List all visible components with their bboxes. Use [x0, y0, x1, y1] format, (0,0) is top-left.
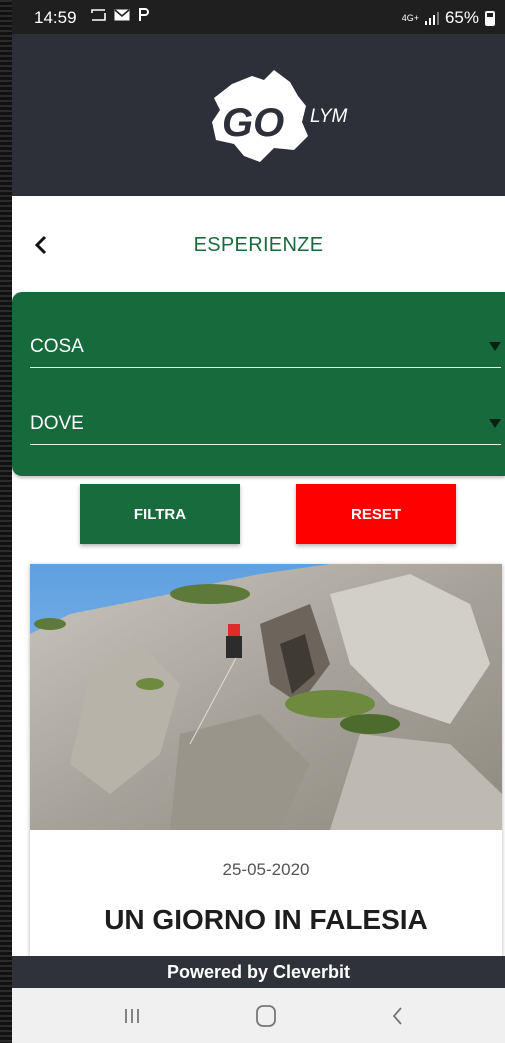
cosa-select-value: COSA — [30, 336, 84, 357]
powered-by-footer: Powered by Cleverbit — [12, 956, 505, 988]
battery-icon — [485, 10, 495, 26]
page-title: ESPERIENZE — [193, 234, 324, 256]
reset-button[interactable]: RESET — [296, 484, 456, 544]
notification-icons — [90, 8, 150, 22]
dropdown-arrow-icon — [489, 419, 501, 428]
app-header: GO LYM — [12, 34, 505, 196]
card-date: 25-05-2020 — [222, 860, 310, 879]
status-right: 4G+ 65% — [402, 8, 495, 28]
svg-text:GO: GO — [222, 101, 284, 145]
experience-card[interactable]: 25-05-2020 UN GIORNO IN FALESIA — [30, 564, 502, 964]
card-title: UN GIORNO IN FALESIA — [104, 904, 428, 935]
status-bar: 14:59 4G+ 65% — [12, 0, 505, 34]
signal-icon — [424, 11, 439, 25]
app-screen: 14:59 4G+ 65% GO LYM ESPERIENZE COSA DOV… — [12, 0, 505, 1043]
dove-select[interactable]: DOVE — [30, 405, 501, 445]
filtra-button[interactable]: FILTRA — [80, 484, 240, 544]
mail-icon — [114, 9, 130, 21]
recents-icon[interactable] — [118, 1003, 146, 1029]
cast-icon — [91, 9, 106, 21]
golym-logo: GO LYM — [212, 70, 347, 162]
page-titlebar: ESPERIENZE — [12, 196, 505, 292]
network-type: 4G+ — [401, 12, 419, 23]
card-image — [30, 564, 502, 830]
filter-panel: COSA DOVE — [12, 292, 505, 476]
device-edge — [0, 0, 12, 1043]
dropdown-arrow-icon — [489, 342, 501, 351]
battery-level: 65% — [444, 8, 479, 27]
dove-select-value: DOVE — [30, 413, 84, 434]
back-icon[interactable] — [384, 1003, 412, 1029]
svg-text:LYM: LYM — [310, 106, 347, 127]
cosa-select[interactable]: COSA — [30, 328, 501, 368]
system-nav-bar — [12, 988, 505, 1043]
parking-icon — [139, 8, 149, 21]
home-icon[interactable] — [252, 1003, 280, 1029]
status-time: 14:59 — [34, 8, 77, 27]
